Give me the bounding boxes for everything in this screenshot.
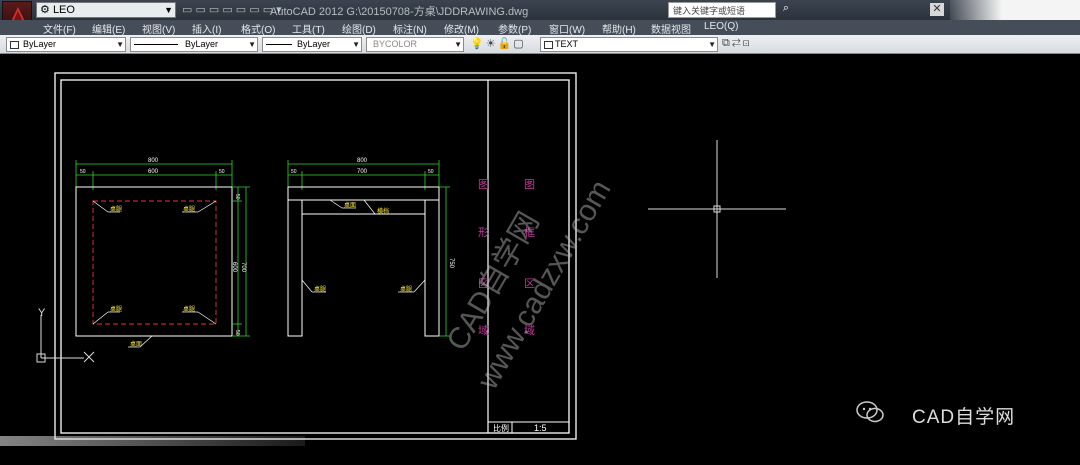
svg-text:形: 形: [478, 226, 489, 239]
search-icon[interactable]: ⌕: [778, 2, 794, 18]
document-title: AutoCAD 2012 G:\20150708-方桌\JDDRAWING.dw…: [270, 6, 529, 18]
menu-item[interactable]: 插入(I): [192, 21, 221, 36]
dim-label: 700: [240, 262, 246, 273]
menu-item[interactable]: 窗口(W): [549, 21, 585, 36]
plotstyle-select[interactable]: BYCOLOR ▼: [366, 37, 464, 52]
status-strip-fade: [0, 436, 305, 446]
close-icon[interactable]: ✕: [930, 3, 944, 16]
chevron-down-icon: ▼: [248, 40, 256, 49]
leader-label: 桌面: [344, 201, 356, 209]
dim-label: 50: [291, 169, 297, 175]
svg-text:图: 图: [478, 178, 489, 191]
layer-select[interactable]: TEXT ▼: [540, 37, 718, 52]
chevron-down-icon: ▼: [454, 40, 462, 49]
leader-label: 桌腿: [110, 205, 122, 213]
menu-item[interactable]: 标注(N): [393, 21, 427, 36]
front-view: 800 700 50 50 750 桌面 横档 桌腿 桌腿: [287, 158, 454, 337]
leader-label: 桌腿: [183, 205, 195, 213]
properties-toolbar: ByLayer ▼ ByLayer ▼ ByLayer ▼ BYCOLOR ▼ …: [0, 35, 1080, 54]
lineweight-select[interactable]: ByLayer ▼: [262, 37, 362, 52]
scale-label: 比例: [493, 423, 509, 433]
menu-bar: 文件(F) 编辑(E) 视图(V) 插入(I) 格式(O) 工具(T) 绘图(D) 标注(N)…: [0, 20, 1080, 36]
color-swatch-icon: [10, 41, 19, 49]
leader-label: 桌面: [130, 340, 142, 348]
help-search-input[interactable]: 键入关键字或短语: [668, 2, 776, 18]
dim-label: 800: [148, 158, 159, 164]
leader-label: 桌腿: [400, 285, 412, 293]
dim-label: 750: [448, 258, 454, 269]
menu-item[interactable]: 参数(P): [498, 21, 531, 36]
title-bar: ⚙ LEO ▼ ▭ ▭ ▭ ▭ ▭ ▭ ▭ ▾ AutoCAD 2012 G:\…: [0, 0, 1080, 35]
layer-state-icons[interactable]: 💡☀🔓▢: [470, 37, 526, 50]
menu-item[interactable]: 工具(T): [292, 21, 325, 36]
layer-color-icon: [544, 41, 553, 49]
dim-label: 50: [80, 169, 86, 175]
dim-label: 50: [428, 169, 434, 175]
menu-item[interactable]: 绘图(D): [342, 21, 376, 36]
chevron-down-icon: ▼: [352, 40, 360, 49]
menu-item[interactable]: 帮助(H): [602, 21, 636, 36]
menu-item[interactable]: 修改(M): [444, 21, 479, 36]
gear-icon: ⚙: [40, 4, 50, 16]
dim-label: 50: [234, 194, 240, 200]
menu-item[interactable]: 格式(O): [241, 21, 275, 36]
chevron-down-icon: ▼: [164, 5, 173, 15]
menu-item[interactable]: 编辑(E): [92, 21, 125, 36]
dim-label: 50: [219, 169, 225, 175]
linetype-select[interactable]: ByLayer ▼: [130, 37, 258, 52]
dim-label: 600: [231, 262, 237, 273]
dim-label: 700: [357, 169, 368, 175]
menu-item[interactable]: 数据视图: [651, 21, 691, 36]
menu-item[interactable]: 文件(F): [43, 21, 76, 36]
linetype-preview-icon: [134, 44, 178, 45]
workspace-name: LEO: [52, 4, 75, 16]
dim-label: 800: [357, 158, 368, 164]
menu-item[interactable]: 视图(V): [142, 21, 175, 36]
wechat-icon: [856, 401, 884, 423]
crosshair-cursor: [648, 140, 786, 278]
leader-label: 横档: [377, 207, 389, 215]
chevron-down-icon: ▼: [116, 40, 124, 49]
menu-item[interactable]: LEO(Q): [704, 21, 738, 32]
leader-label: 桌腿: [314, 285, 326, 293]
svg-text:图: 图: [524, 178, 535, 191]
color-select[interactable]: ByLayer ▼: [6, 37, 126, 52]
leader-label: 桌腿: [183, 305, 195, 313]
brand-watermark: CAD自学网: [912, 407, 1016, 428]
ucs-y-label: Y: [38, 307, 46, 319]
ucs-icon: [36, 315, 95, 363]
quick-access-toolbar[interactable]: ▭ ▭ ▭ ▭ ▭ ▭ ▭ ▾: [182, 3, 282, 16]
dim-label: 600: [148, 169, 159, 175]
chevron-down-icon: ▼: [708, 40, 716, 49]
leader-label: 桌腿: [110, 305, 122, 313]
dim-label: 50: [234, 330, 240, 336]
plan-view: 800 600 50 50 50 600 700 50 桌腿 桌腿 桌腿 桌腿 …: [75, 158, 250, 348]
workspace-select[interactable]: ⚙ LEO ▼: [36, 2, 176, 18]
lineweight-preview-icon: [266, 44, 292, 45]
scale-value: 1:5: [534, 423, 547, 433]
layer-tools-icons[interactable]: ⧉⇄⊡: [722, 37, 752, 50]
